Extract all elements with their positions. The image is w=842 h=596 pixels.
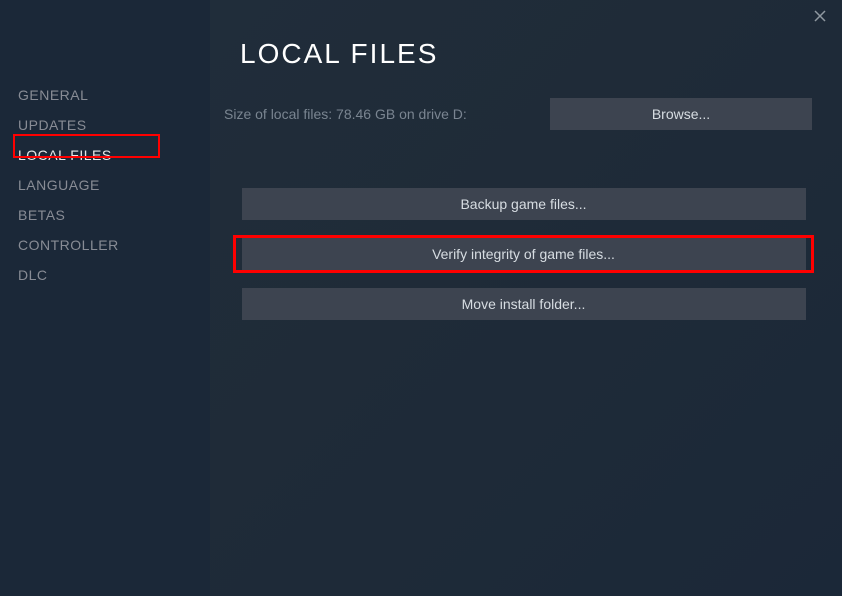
sidebar-item-dlc[interactable]: DLC (18, 260, 210, 290)
sidebar-item-local-files[interactable]: LOCAL FILES (18, 140, 210, 170)
sidebar-item-general[interactable]: GENERAL (18, 80, 210, 110)
backup-game-files-button[interactable]: Backup game files... (242, 188, 806, 220)
page-title: LOCAL FILES (210, 0, 842, 70)
size-row: Size of local files: 78.46 GB on drive D… (210, 70, 842, 130)
close-button[interactable] (810, 8, 830, 28)
sidebar-item-controller[interactable]: CONTROLLER (18, 230, 210, 260)
sidebar: GENERAL UPDATES LOCAL FILES LANGUAGE BET… (0, 0, 210, 596)
buttons-stack: Backup game files... Verify integrity of… (210, 130, 842, 320)
sidebar-item-updates[interactable]: UPDATES (18, 110, 210, 140)
size-text: Size of local files: 78.46 GB on drive D… (224, 106, 467, 122)
verify-integrity-button[interactable]: Verify integrity of game files... (242, 238, 806, 270)
main-panel: LOCAL FILES Size of local files: 78.46 G… (210, 0, 842, 596)
move-install-folder-button[interactable]: Move install folder... (242, 288, 806, 320)
sidebar-item-language[interactable]: LANGUAGE (18, 170, 210, 200)
close-icon (814, 9, 826, 27)
verify-button-wrap: Verify integrity of game files... (235, 238, 812, 270)
browse-button[interactable]: Browse... (550, 98, 812, 130)
sidebar-item-betas[interactable]: BETAS (18, 200, 210, 230)
